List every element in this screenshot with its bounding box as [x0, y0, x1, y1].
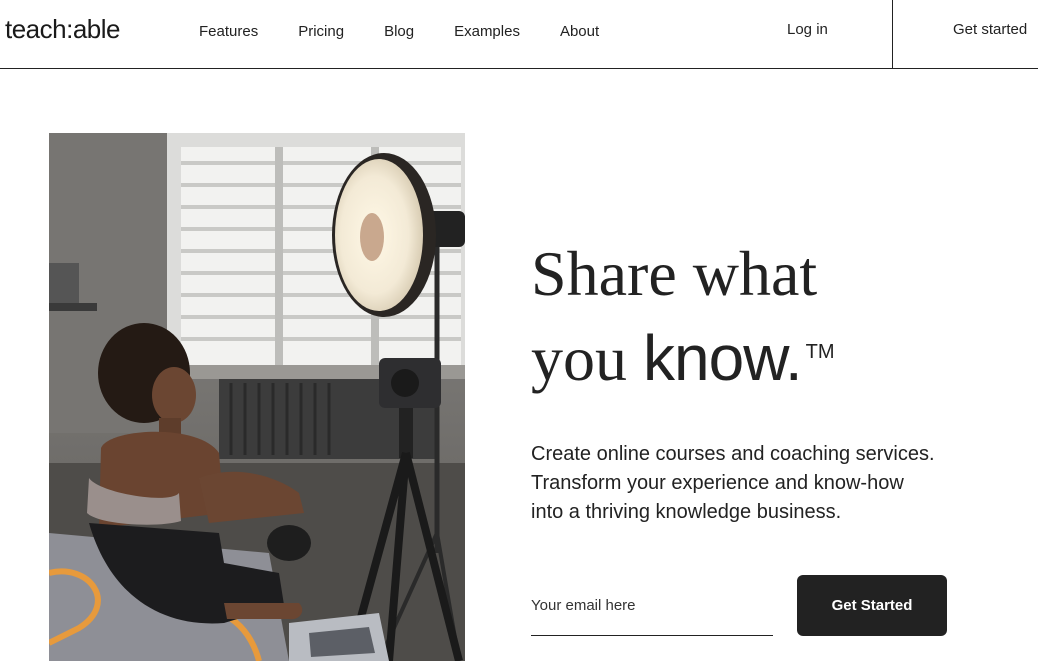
header-get-started-link[interactable]: Get started: [953, 21, 1027, 38]
hero-subtext: Create online courses and coaching servi…: [531, 443, 935, 523]
headline-line-2a: you: [531, 323, 643, 394]
teachable-logo[interactable]: teach:able: [5, 14, 120, 45]
nav-item-pricing[interactable]: Pricing: [298, 23, 344, 40]
hero-photo: [49, 133, 465, 661]
headline-know: know.: [643, 322, 803, 394]
nav-item-blog[interactable]: Blog: [384, 23, 414, 40]
login-link[interactable]: Log in: [787, 21, 828, 38]
site-header: teach:able Features Pricing Blog Example…: [0, 0, 1038, 69]
nav-item-features[interactable]: Features: [199, 23, 258, 40]
get-started-button[interactable]: Get Started: [797, 575, 947, 636]
header-divider: [892, 0, 893, 69]
hero-headline: Share what you know. TM: [531, 232, 951, 401]
trademark-mark: TM: [805, 341, 835, 363]
email-input[interactable]: [531, 586, 773, 636]
main-nav: Features Pricing Blog Examples About: [199, 23, 639, 40]
nav-item-examples[interactable]: Examples: [454, 23, 520, 40]
headline-line-1: Share what: [531, 238, 818, 309]
nav-item-about[interactable]: About: [560, 23, 599, 40]
